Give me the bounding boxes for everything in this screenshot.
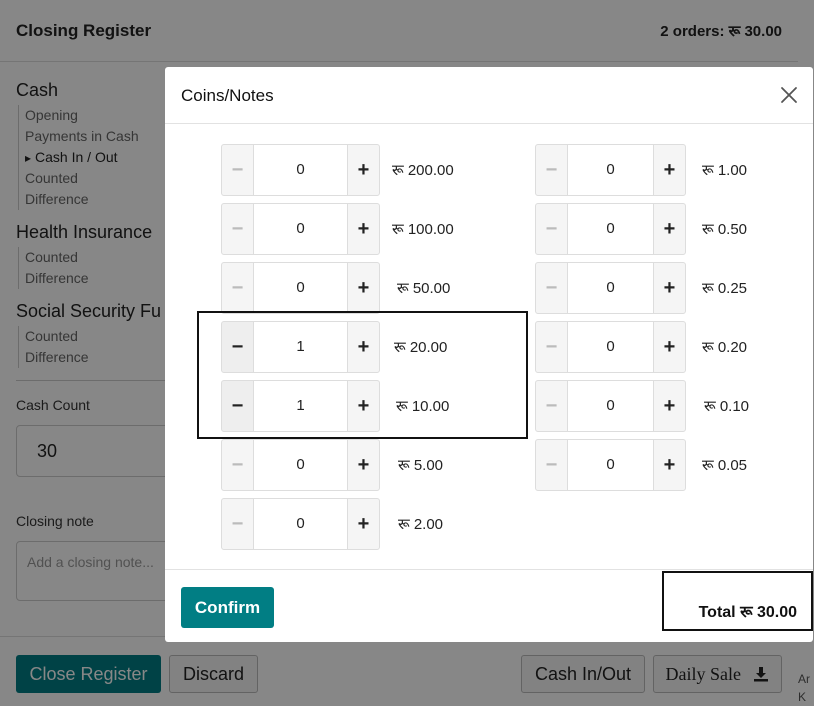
- plus-icon[interactable]: +: [347, 144, 380, 196]
- dialog-title: Coins/Notes: [181, 86, 274, 105]
- minus-icon[interactable]: −: [535, 321, 568, 373]
- denomination-label: रू 1.00: [702, 162, 748, 179]
- dialog-header: Coins/Notes: [165, 67, 813, 124]
- quantity-input[interactable]: 0: [254, 203, 347, 255]
- minus-icon[interactable]: −: [221, 380, 254, 432]
- quantity-input[interactable]: 0: [254, 498, 347, 550]
- quantity-stepper: − 0 +: [535, 262, 686, 314]
- quantity-stepper: − 0 +: [221, 498, 380, 550]
- minus-icon[interactable]: −: [221, 203, 254, 255]
- denomination-label: रू 50.00: [397, 280, 451, 297]
- denomination-label: रू 0.50: [702, 221, 748, 238]
- denomination-label: रू 0.20: [702, 339, 748, 356]
- plus-icon[interactable]: +: [347, 203, 380, 255]
- quantity-input[interactable]: 0: [568, 380, 653, 432]
- quantity-stepper: − 0 +: [221, 203, 380, 255]
- quantity-input[interactable]: 0: [568, 262, 653, 314]
- denomination-label: रू 100.00: [392, 221, 454, 238]
- denomination-row: − 0 + रू 0.10: [535, 380, 749, 432]
- quantity-stepper: − 1 +: [221, 380, 380, 432]
- minus-icon[interactable]: −: [221, 439, 254, 491]
- plus-icon[interactable]: +: [347, 262, 380, 314]
- minus-icon[interactable]: −: [535, 262, 568, 314]
- quantity-input[interactable]: 0: [568, 439, 653, 491]
- plus-icon[interactable]: +: [653, 144, 686, 196]
- quantity-input[interactable]: 1: [254, 380, 347, 432]
- quantity-stepper: − 0 +: [535, 203, 686, 255]
- quantity-stepper: − 1 +: [221, 321, 380, 373]
- quantity-input[interactable]: 0: [568, 144, 653, 196]
- minus-icon[interactable]: −: [535, 439, 568, 491]
- denomination-label: रू 20.00: [394, 339, 448, 356]
- confirm-button[interactable]: Confirm: [181, 587, 274, 628]
- denomination-row: − 1 + रू 10.00: [221, 380, 449, 432]
- quantity-input[interactable]: 1: [254, 321, 347, 373]
- quantity-input[interactable]: 0: [254, 439, 347, 491]
- quantity-stepper: − 0 +: [535, 144, 686, 196]
- dialog-footer: Confirm Total रू 30.00: [165, 569, 813, 642]
- denomination-row: − 0 + रू 0.20: [535, 321, 747, 373]
- minus-icon[interactable]: −: [221, 321, 254, 373]
- plus-icon[interactable]: +: [653, 262, 686, 314]
- quantity-input[interactable]: 0: [254, 144, 347, 196]
- denomination-label: रू 0.10: [704, 398, 750, 415]
- denomination-label: रू 200.00: [392, 162, 454, 179]
- quantity-stepper: − 0 +: [221, 262, 380, 314]
- denomination-row: − 0 + रू 100.00: [221, 203, 454, 255]
- plus-icon[interactable]: +: [653, 203, 686, 255]
- minus-icon[interactable]: −: [535, 203, 568, 255]
- denomination-label: रू 10.00: [396, 398, 450, 415]
- denomination-grid: − 0 + रू 200.00 − 0 + रू 100.00 − 0 + रू…: [165, 124, 813, 569]
- plus-icon[interactable]: +: [653, 321, 686, 373]
- denomination-row: − 0 + रू 0.50: [535, 203, 747, 255]
- denomination-row: − 0 + रू 0.25: [535, 262, 747, 314]
- quantity-input[interactable]: 0: [568, 321, 653, 373]
- total-amount: Total रू 30.00: [698, 604, 797, 621]
- minus-icon[interactable]: −: [535, 380, 568, 432]
- plus-icon[interactable]: +: [347, 439, 380, 491]
- denomination-row: − 0 + रू 1.00: [535, 144, 747, 196]
- denomination-row: − 0 + रू 0.05: [535, 439, 747, 491]
- close-icon[interactable]: [780, 86, 798, 104]
- denomination-row: − 1 + रू 20.00: [221, 321, 447, 373]
- plus-icon[interactable]: +: [347, 321, 380, 373]
- denomination-row: − 0 + रू 5.00: [221, 439, 443, 491]
- coins-notes-dialog: Coins/Notes − 0 + रू 200.00 − 0 + रू 100…: [165, 67, 813, 642]
- quantity-input[interactable]: 0: [568, 203, 653, 255]
- plus-icon[interactable]: +: [653, 439, 686, 491]
- quantity-stepper: − 0 +: [535, 439, 686, 491]
- quantity-stepper: − 0 +: [535, 380, 686, 432]
- denomination-row: − 0 + रू 200.00: [221, 144, 454, 196]
- denomination-label: रू 0.05: [702, 457, 748, 474]
- quantity-stepper: − 0 +: [221, 144, 380, 196]
- denomination-label: रू 0.25: [702, 280, 748, 297]
- minus-icon[interactable]: −: [221, 498, 254, 550]
- denomination-row: − 0 + रू 50.00: [221, 262, 450, 314]
- quantity-stepper: − 0 +: [221, 439, 380, 491]
- plus-icon[interactable]: +: [347, 380, 380, 432]
- quantity-stepper: − 0 +: [535, 321, 686, 373]
- plus-icon[interactable]: +: [347, 498, 380, 550]
- minus-icon[interactable]: −: [535, 144, 568, 196]
- denomination-label: रू 5.00: [398, 457, 444, 474]
- minus-icon[interactable]: −: [221, 262, 254, 314]
- minus-icon[interactable]: −: [221, 144, 254, 196]
- quantity-input[interactable]: 0: [254, 262, 347, 314]
- plus-icon[interactable]: +: [653, 380, 686, 432]
- denomination-row: − 0 + रू 2.00: [221, 498, 443, 550]
- denomination-label: रू 2.00: [398, 516, 444, 533]
